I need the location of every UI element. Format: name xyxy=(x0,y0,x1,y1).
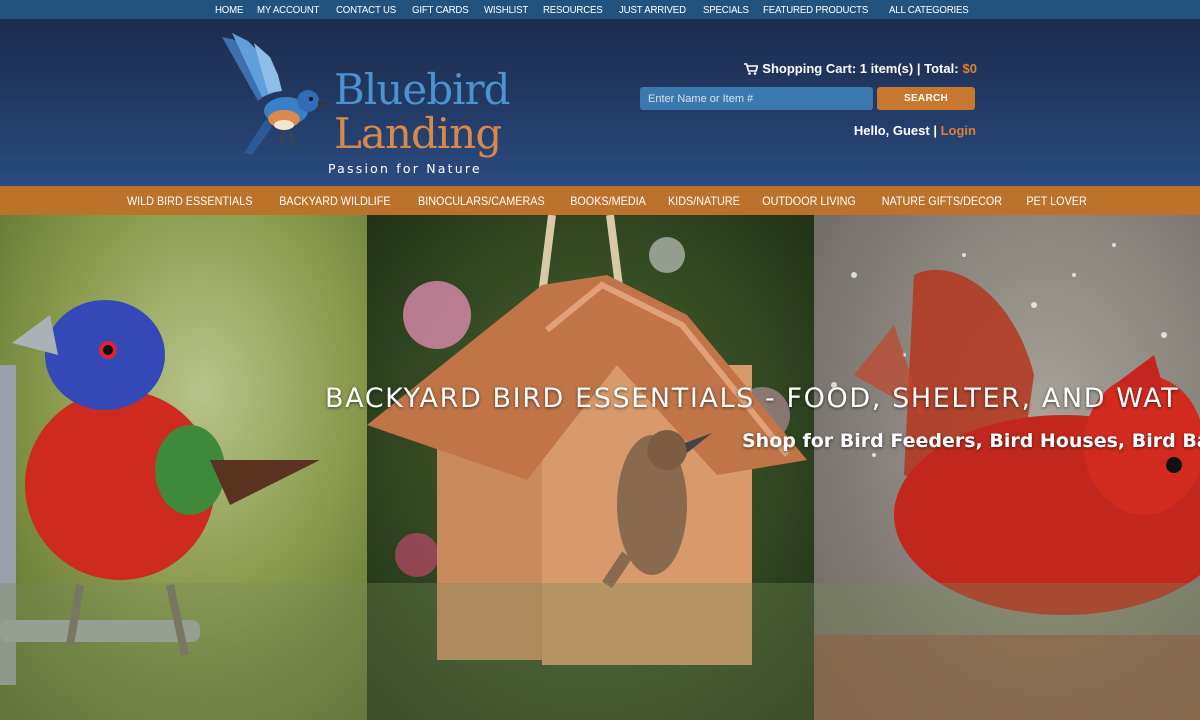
top-nav-gift-cards[interactable]: GIFT CARDS xyxy=(412,4,469,16)
cart-label: Shopping Cart: 1 item(s) | Total: xyxy=(762,61,959,76)
category-pet-lover[interactable]: PET LOVER xyxy=(1027,194,1087,208)
top-nav-my-account[interactable]: MY ACCOUNT xyxy=(257,4,320,16)
category-books-media[interactable]: BOOKS/MEDIA xyxy=(570,194,646,208)
top-nav-resources[interactable]: RESOURCES xyxy=(543,4,603,16)
logo-text-landing: Landing xyxy=(334,109,502,158)
top-nav-all-categories[interactable]: ALL CATEGORIES xyxy=(889,4,969,16)
top-nav-featured-products[interactable]: FEATURED PRODUCTS xyxy=(763,4,868,16)
cart-total: $0 xyxy=(962,61,977,76)
category-backyard-wildlife[interactable]: BACKYARD WILDLIFE xyxy=(279,194,390,208)
search-button[interactable]: SEARCH xyxy=(877,87,975,110)
category-outdoor-living[interactable]: OUTDOOR LIVING xyxy=(763,194,857,208)
hero-title: BACKYARD BIRD ESSENTIALS - FOOD, SHELTER… xyxy=(325,383,1180,414)
category-nav: WILD BIRD ESSENTIALS BACKYARD WILDLIFE B… xyxy=(0,186,1200,215)
category-nature-gifts-decor[interactable]: NATURE GIFTS/DECOR xyxy=(882,194,1002,208)
site-logo[interactable]: Bluebird Landing Passion for Nature xyxy=(218,31,518,176)
logo-text-bluebird: Bluebird xyxy=(334,65,510,114)
top-nav-contact-us[interactable]: CONTACT US xyxy=(336,4,396,16)
top-nav-home[interactable]: HOME xyxy=(215,4,243,16)
greeting-separator: | xyxy=(933,123,937,138)
search-input[interactable] xyxy=(640,87,873,110)
top-nav-specials[interactable]: SPECIALS xyxy=(703,4,749,16)
shopping-cart-summary[interactable]: Shopping Cart: 1 item(s) | Total: $0 xyxy=(744,61,977,76)
top-nav-just-arrived[interactable]: JUST ARRIVED xyxy=(619,4,686,16)
site-header: Bluebird Landing Passion for Nature Shop… xyxy=(0,19,1200,186)
hero-banner[interactable] xyxy=(0,215,1200,720)
logo-tagline: Passion for Nature xyxy=(328,161,482,176)
hero-caption-band xyxy=(0,583,1200,720)
top-nav-wishlist[interactable]: WISHLIST xyxy=(484,4,528,16)
login-link[interactable]: Login xyxy=(941,123,976,138)
hero-subtitle[interactable]: Shop for Bird Feeders, Bird Houses, Bird… xyxy=(742,430,1200,452)
user-greeting: Hello, Guest | Login xyxy=(854,123,976,138)
bluebird-logo-icon xyxy=(222,33,328,155)
category-wild-bird-essentials[interactable]: WILD BIRD ESSENTIALS xyxy=(127,194,252,208)
shopping-cart-icon xyxy=(744,62,759,75)
category-kids-nature[interactable]: KIDS/NATURE xyxy=(668,194,740,208)
category-binoculars-cameras[interactable]: BINOCULARS/CAMERAS xyxy=(418,194,545,208)
top-utility-nav: HOME MY ACCOUNT CONTACT US GIFT CARDS WI… xyxy=(0,0,1200,19)
greeting-text: Hello, Guest xyxy=(853,123,930,138)
